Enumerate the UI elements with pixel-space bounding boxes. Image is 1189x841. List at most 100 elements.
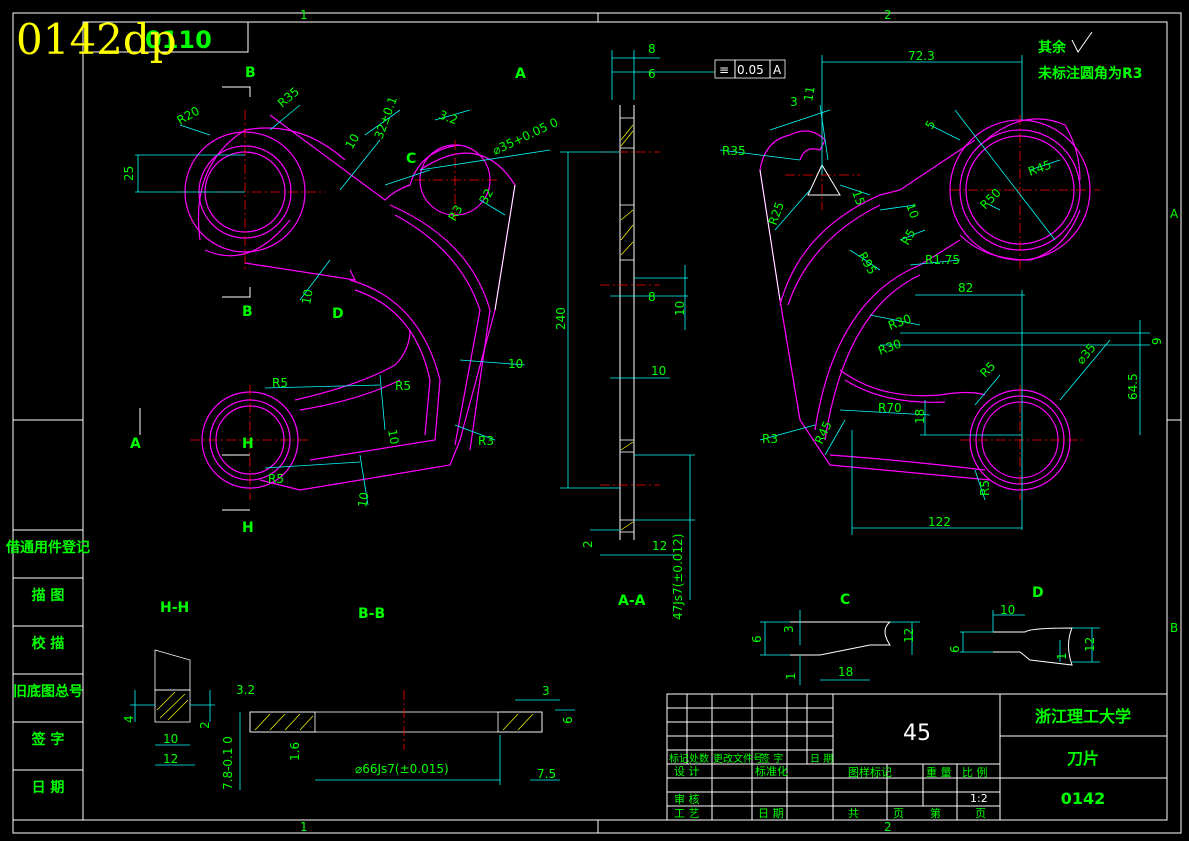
tolerance-value: 0.05 xyxy=(737,63,764,77)
bb-dim-7-8: 7.8-0.1 0 xyxy=(221,736,235,790)
d-dim-10: 10 xyxy=(1000,603,1015,617)
view-d-title: D xyxy=(1032,585,1044,601)
zone-side-a: A xyxy=(1170,207,1179,221)
mid-dim-47: 47Js7(±0.012) xyxy=(671,534,685,620)
tb-review: 审 核 xyxy=(674,792,700,806)
mid-dim-8: 8 xyxy=(648,42,656,56)
tb-weight: 重 量 xyxy=(926,765,952,779)
rev-h-mark: 标记 xyxy=(669,753,689,765)
zone-bottom-2: 2 xyxy=(884,820,892,834)
tb-page: 页 xyxy=(975,807,986,820)
right-dim-122: 122 xyxy=(928,515,951,529)
cad-drawing: 1 2 A B 1 2 0110 0142dp 借通用件登记 描 图 校 描 旧… xyxy=(5,8,1182,834)
mark-b-top: B xyxy=(245,65,256,81)
right-dim-r35: R35 xyxy=(722,144,746,158)
left-dim-r20: R20 xyxy=(175,104,202,128)
tolerance-datum: A xyxy=(773,63,782,77)
mark-c: C xyxy=(406,151,416,167)
left-dim-10b: 10 xyxy=(299,288,315,305)
bb-dim-7-5: 7.5 xyxy=(537,767,556,781)
tb-process: 工 艺 xyxy=(674,807,700,820)
left-dim-10c: 10 xyxy=(508,357,523,371)
left-dim-3-2: 3.2 xyxy=(437,108,460,128)
right-dim-r50: R50 xyxy=(977,186,1004,213)
rev-h-date: 日 期 xyxy=(810,753,833,765)
view-c-title: C xyxy=(840,592,850,608)
hh-dim-4: 4 xyxy=(122,715,136,723)
mid-dim-2: 2 xyxy=(581,540,595,548)
view-hh-title: H-H xyxy=(160,600,189,616)
right-dim-r45: R45 xyxy=(1026,158,1053,179)
title-university: 浙江理工大学 xyxy=(1035,707,1131,726)
left-dim-r3: R3 xyxy=(478,434,494,448)
c-dim-3: 3 xyxy=(782,625,796,633)
right-dim-r5c: R5 xyxy=(978,480,992,496)
hh-dim-10: 10 xyxy=(163,732,178,746)
rev-h-count: 处数 xyxy=(689,752,709,765)
tb-design: 设 计 xyxy=(674,765,700,778)
mid-dim-240: 240 xyxy=(554,307,568,330)
tb-sheet: 页 xyxy=(893,807,904,820)
right-dim-10: 10 xyxy=(903,201,921,220)
right-dim-9: 9 xyxy=(1150,337,1164,345)
tb-total: 共 xyxy=(848,807,859,820)
section-d: 10 6 1 12 xyxy=(948,603,1100,666)
tb-stage-mark: 图样标记 xyxy=(848,765,892,779)
title-material: 45 xyxy=(903,721,931,746)
right-dim-r30b: R30 xyxy=(876,337,903,358)
view-bb-title: B-B xyxy=(358,606,385,622)
hh-dim-12: 12 xyxy=(163,752,178,766)
bb-dim-3: 3 xyxy=(542,684,550,698)
side-row-2: 描 图 xyxy=(32,587,65,604)
left-dim-25: 25 xyxy=(122,166,136,181)
left-dim-r5b: R5 xyxy=(395,379,411,393)
c-dim-18: 18 xyxy=(838,665,853,679)
mark-a-top: A xyxy=(515,66,526,82)
side-row-4: 旧底图总号 xyxy=(13,683,83,700)
right-dim-r25: R25 xyxy=(766,200,787,227)
left-dim-phi35: ⌀35+0.05 0 xyxy=(490,115,560,158)
bb-dim-phi66: ⌀66Js7(±0.015) xyxy=(355,762,449,776)
side-table: 借通用件登记 描 图 校 描 旧底图总号 签 字 日 期 xyxy=(5,529,90,821)
tb-scale-label: 比 例 xyxy=(962,765,988,779)
left-dim-32b: 32 xyxy=(476,186,496,206)
note-rest: 其余 xyxy=(1038,39,1067,56)
title-block: 45 浙江理工大学 刀片 0142 标记 处数 更改文件号 签 字 日 期 设 … xyxy=(666,693,1168,821)
right-dim-72-3: 72.3 xyxy=(908,49,935,63)
tolerance-symbol: ≡ xyxy=(719,63,729,77)
outer-frame xyxy=(12,12,1182,834)
right-dim-5: 5 xyxy=(922,118,938,132)
right-view: 72.3 3 11 5 R35 R25 15 R45 R50 10 R5 R1.… xyxy=(719,31,1164,535)
right-dim-r70: R70 xyxy=(878,401,902,415)
section-bb: 3.2 1.6 7.8-0.1 0 ⌀66Js7(±0.015) 3 6 7.5 xyxy=(221,683,575,790)
mark-b-bottom: B xyxy=(242,304,253,320)
d-dim-1: 1 xyxy=(1055,652,1069,660)
mark-h-center: H xyxy=(242,436,254,452)
title-part-name: 刀片 xyxy=(1067,749,1099,768)
right-dim-r5b: R5 xyxy=(977,359,998,380)
right-dim-11: 11 xyxy=(801,85,817,102)
right-dim-82: 82 xyxy=(958,281,973,295)
mark-h-bottom: H xyxy=(242,520,254,536)
right-dim-r95: R95 xyxy=(855,250,879,277)
left-dim-32: 32±0.1 xyxy=(372,94,400,141)
bb-dim-6: 6 xyxy=(561,716,575,724)
right-dim-64-5: 64.5 xyxy=(1126,373,1140,400)
d-dim-12: 12 xyxy=(1083,637,1097,652)
left-dim-r3-small: R3 xyxy=(445,203,465,224)
left-dim-r5c: R5 xyxy=(268,472,284,486)
note-fillet: 未标注圆角为R3 xyxy=(1038,65,1143,82)
view-aa-title: A-A xyxy=(618,593,646,609)
tb-date: 日 期 xyxy=(758,807,784,820)
hh-dim-2: 2 xyxy=(198,721,212,729)
right-dim-18: 18 xyxy=(913,409,927,424)
rev-h-doc: 更改文件号 xyxy=(713,752,763,765)
zone-top-1: 1 xyxy=(300,8,308,22)
right-dim-r3: R3 xyxy=(762,432,778,446)
right-dim-r30: R30 xyxy=(886,312,913,333)
left-view: 25 R20 R35 10 32±0.1 3.2 ⌀35+0.05 0 R3 3… xyxy=(122,65,560,536)
mid-dim-10: 10 xyxy=(673,301,687,316)
inner-frame xyxy=(82,21,1168,821)
section-c: 6 3 12 18 1 xyxy=(750,610,920,685)
bb-dim-1-6: 1.6 xyxy=(288,742,302,761)
